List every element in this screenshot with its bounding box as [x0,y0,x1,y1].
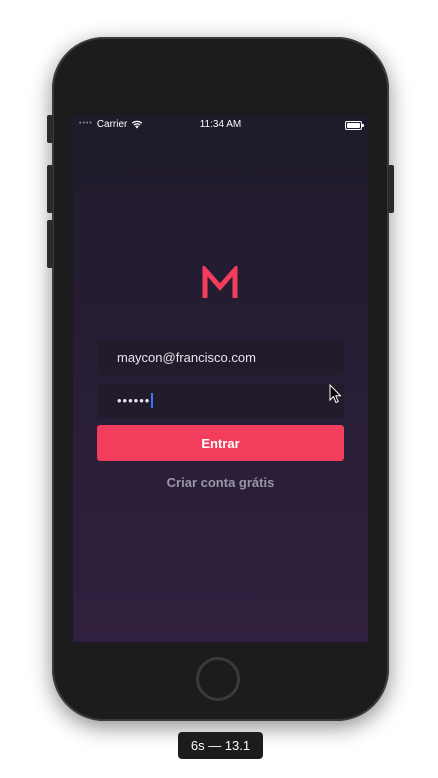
email-field[interactable]: maycon@francisco.com [97,340,344,375]
home-button[interactable] [196,657,240,701]
password-field[interactable]: •••••• [97,383,344,418]
text-caret [151,393,154,408]
create-account-link[interactable]: Criar conta grátis [73,475,368,490]
status-bar: •••• Carrier 11:34 AM [73,116,368,134]
mute-switch [47,115,53,143]
email-value: maycon@francisco.com [117,350,256,365]
status-time: 11:34 AM [199,119,242,130]
login-button[interactable]: Entrar [97,425,344,461]
app-logo [202,266,238,298]
power-button [388,165,394,213]
login-button-label: Entrar [201,435,240,451]
app-screen: •••• Carrier 11:34 AM maycon@francisco.c… [73,116,368,642]
password-value: •••••• [117,393,151,408]
volume-up-button [47,165,53,213]
battery-icon [345,121,364,130]
mouse-cursor-icon [329,384,342,404]
device-label: 6s — 13.1 [178,732,263,759]
volume-down-button [47,220,53,268]
